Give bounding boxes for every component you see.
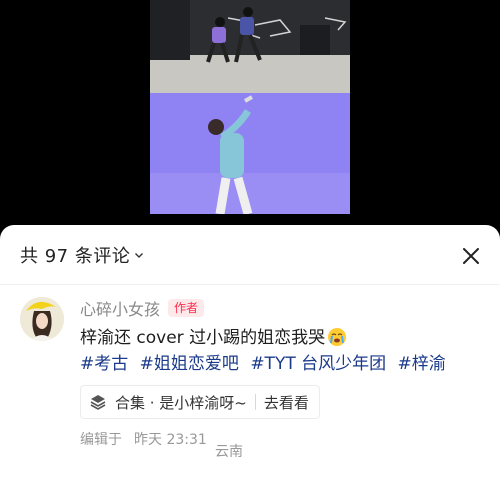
comments-count-label: 共 97 条评论 [20,246,131,267]
author-badge: 作者 [168,299,205,317]
close-icon [463,248,479,264]
video-clip-solo-dance [150,93,350,214]
comments-panel: 共 97 条评论 心碎小女孩 作者 梓渝还 cover 过小踢的姐恋我哭 #考古… [0,225,500,480]
comment-username[interactable]: 心碎小女孩 [80,296,160,320]
comment-time: 昨天 23:31 [134,432,207,448]
collection-divider [254,394,256,410]
comment-location: 云南 [215,444,243,460]
chevron-down-icon [135,253,144,258]
avatar[interactable] [20,297,64,341]
comments-count-dropdown[interactable]: 共 97 条评论 [20,242,144,268]
edited-label: 编辑于 [80,432,122,448]
collection-action[interactable]: 去看看 [264,392,309,413]
hashtag-link[interactable]: #TYT 台风少年团 [250,354,386,374]
video-player[interactable] [0,0,500,240]
hashtag-link[interactable]: #考古 [80,354,128,374]
hashtag-list: #考古 #姐姐恋爱吧 #TYT 台风少年团 #梓渝 [80,351,490,377]
collection-link-card[interactable]: 合集 · 是小梓渝呀~ 去看看 [80,385,320,419]
header-divider [0,284,500,285]
close-button[interactable] [458,243,484,269]
stack-icon [90,395,106,410]
comment-text-content: 梓渝还 cover 过小踢的姐恋我哭 [80,328,326,348]
collection-label: 合集 · 是小梓渝呀~ [115,393,247,412]
video-clip-dance-studio [150,0,350,93]
hashtag-link[interactable]: #梓渝 [398,354,446,374]
comment-text: 梓渝还 cover 过小踢的姐恋我哭 [80,325,490,351]
crying-face-icon [328,328,347,346]
comment-meta: 编辑于 昨天 23:31 [80,429,490,449]
hashtag-link[interactable]: #姐姐恋爱吧 [140,354,239,374]
